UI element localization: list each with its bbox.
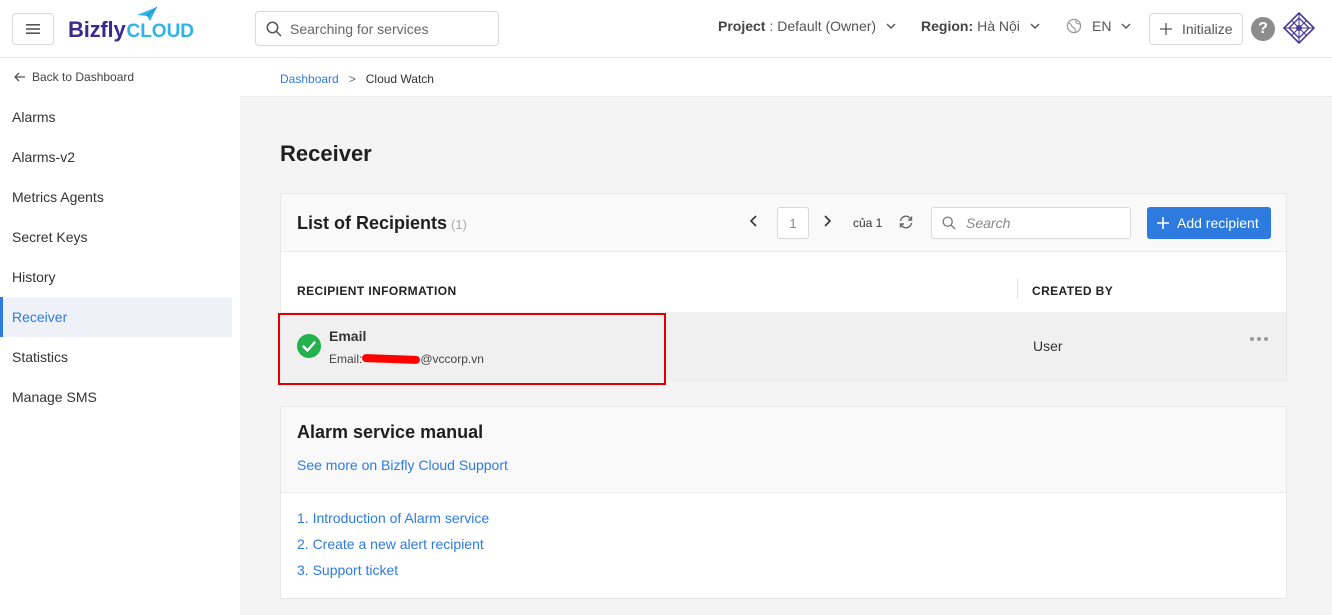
service-search-input[interactable]: [290, 20, 480, 37]
recipient-search-input[interactable]: [966, 215, 1116, 231]
service-search[interactable]: [255, 11, 499, 46]
recipient-created-by: User: [1033, 338, 1063, 354]
manual-link-introduction[interactable]: 1. Introduction of Alarm service: [297, 510, 489, 536]
language-value: EN: [1092, 18, 1112, 34]
sidebar-item-metrics-agents[interactable]: Metrics Agents: [0, 177, 232, 217]
bizfly-logo[interactable]: Bizfly CLOUD: [68, 6, 195, 50]
chevron-left-icon[interactable]: [749, 214, 759, 228]
alarm-manual-header: Alarm service manual See more on Bizfly …: [281, 407, 1286, 493]
menu-toggle-button[interactable]: [12, 13, 54, 45]
logo-text-secondary: CLOUD: [126, 21, 195, 42]
recipients-title: List of Recipients (1): [297, 213, 467, 234]
back-label: Back to Dashboard: [32, 70, 135, 84]
manual-links: 1. Introduction of Alarm service 2. Crea…: [297, 510, 489, 588]
breadcrumb-dashboard-link[interactable]: Dashboard: [280, 72, 339, 86]
support-link[interactable]: See more on Bizfly Cloud Support: [297, 457, 508, 473]
sidebar-item-receiver[interactable]: Receiver: [0, 297, 232, 337]
sidebar-nav: Alarms Alarms-v2 Metrics Agents Secret K…: [0, 97, 240, 417]
arrow-left-icon: [14, 72, 25, 82]
column-header-recipient-info: RECIPIENT INFORMATION: [297, 284, 457, 298]
region-selector[interactable]: Region: Hà Nội: [921, 18, 1040, 34]
initialize-label: Initialize: [1182, 21, 1233, 37]
language-selector[interactable]: EN: [1066, 18, 1131, 34]
page-total-label: của 1: [853, 216, 883, 230]
table-header: RECIPIENT INFORMATION CREATED BY: [281, 252, 1286, 312]
recipients-card-header: List of Recipients(1) 1 của 1 Add recipi…: [281, 194, 1286, 252]
sidebar-item-manage-sms[interactable]: Manage SMS: [0, 377, 232, 417]
chevron-down-icon: [886, 23, 896, 29]
project-selector[interactable]: Project : Default (Owner): [718, 18, 896, 34]
add-recipient-button[interactable]: Add recipient: [1147, 207, 1271, 239]
top-bar: Bizfly CLOUD Project : Default (Owner) R…: [0, 0, 1332, 58]
breadcrumb-bar: Dashboard > Cloud Watch: [240, 58, 1332, 97]
help-icon[interactable]: ?: [1251, 17, 1275, 41]
sidebar: Back to Dashboard Alarms Alarms-v2 Metri…: [0, 58, 240, 615]
plus-icon: [1157, 217, 1169, 229]
highlight-box: [278, 313, 666, 385]
breadcrumb: Dashboard > Cloud Watch: [280, 72, 434, 86]
region-value: Hà Nội: [977, 18, 1020, 34]
logo-text-primary: Bizfly: [68, 17, 126, 42]
region-label: Region:: [921, 18, 974, 34]
page-title: Receiver: [280, 141, 372, 166]
chevron-down-icon: [1121, 23, 1131, 29]
search-icon: [942, 216, 956, 230]
plus-icon: [1160, 23, 1172, 35]
manual-link-support-ticket[interactable]: 3. Support ticket: [297, 562, 489, 588]
sidebar-item-secret-keys[interactable]: Secret Keys: [0, 217, 232, 257]
paper-plane-icon: [137, 6, 158, 21]
breadcrumb-separator: >: [348, 72, 356, 86]
project-value: : Default (Owner): [769, 18, 877, 34]
initialize-button[interactable]: Initialize: [1149, 13, 1243, 45]
search-icon: [266, 21, 282, 37]
manual-link-create-recipient[interactable]: 2. Create a new alert recipient: [297, 536, 489, 562]
alarm-manual-title: Alarm service manual: [297, 422, 484, 442]
chevron-right-icon[interactable]: [822, 214, 832, 228]
hamburger-icon: [26, 24, 40, 34]
more-options-icon[interactable]: [1249, 336, 1269, 342]
recipient-search[interactable]: [931, 207, 1131, 239]
back-to-dashboard-link[interactable]: Back to Dashboard: [14, 70, 134, 84]
column-divider: [1017, 279, 1018, 299]
breadcrumb-current: Cloud Watch: [365, 72, 434, 86]
sidebar-item-alarms[interactable]: Alarms: [0, 97, 232, 137]
user-avatar[interactable]: [1283, 12, 1315, 44]
globe-icon: [1066, 18, 1082, 34]
sidebar-item-statistics[interactable]: Statistics: [0, 337, 232, 377]
alarm-manual-card: Alarm service manual See more on Bizfly …: [280, 406, 1287, 599]
chevron-down-icon: [1030, 23, 1040, 29]
sidebar-item-alarms-v2[interactable]: Alarms-v2: [0, 137, 232, 177]
sidebar-item-history[interactable]: History: [0, 257, 232, 297]
recipients-title-text: List of Recipients: [297, 213, 448, 233]
refresh-icon[interactable]: [898, 214, 914, 230]
add-recipient-label: Add recipient: [1177, 215, 1259, 231]
recipients-count: (1): [451, 217, 467, 232]
column-header-created-by: CREATED BY: [1032, 284, 1114, 298]
page-number-input[interactable]: 1: [777, 207, 809, 239]
project-label: Project: [718, 18, 766, 34]
